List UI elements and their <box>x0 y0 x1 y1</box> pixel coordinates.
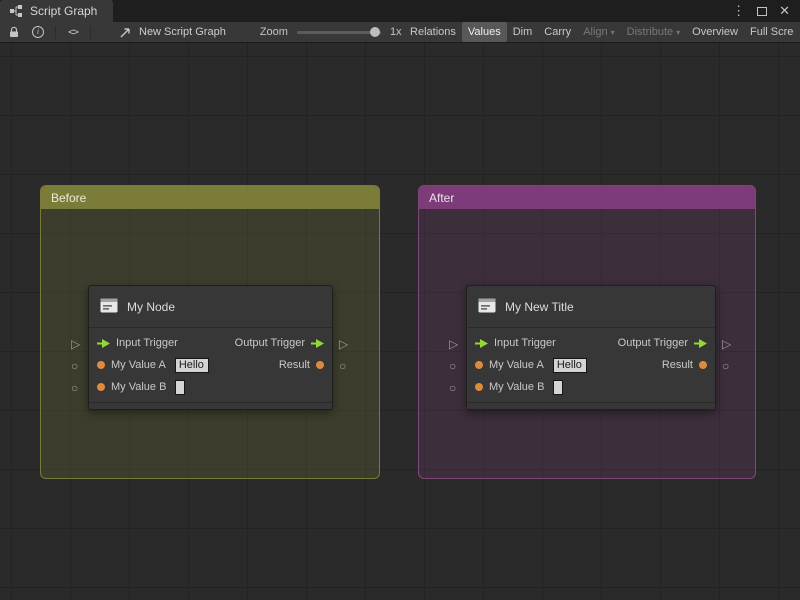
value-b-input[interactable] <box>175 379 186 395</box>
maximize-icon[interactable] <box>757 6 768 16</box>
align-dropdown[interactable]: Align ▾ <box>577 22 620 42</box>
graph-asset-icon <box>118 27 134 38</box>
port-label: My Value B <box>111 381 167 393</box>
value-a-row: My Value A Hello Result <box>89 354 332 376</box>
kebab-menu-icon[interactable]: ⋮ <box>732 3 745 19</box>
node-footer <box>467 402 715 409</box>
node-header[interactable]: My New Title <box>467 286 715 328</box>
carry-button[interactable]: Carry <box>538 22 577 42</box>
group-title: Before <box>51 190 87 205</box>
flow-output-port-icon[interactable] <box>311 338 324 348</box>
node-title: My Node <box>127 299 176 314</box>
external-flow-port[interactable]: ▷ <box>71 338 80 350</box>
unit-icon <box>477 297 497 317</box>
port-label: Output Trigger <box>234 337 305 349</box>
value-b-input[interactable] <box>553 379 564 395</box>
value-port-icon[interactable] <box>97 361 105 369</box>
close-icon[interactable]: ✕ <box>779 3 790 19</box>
graph-name-label[interactable]: New Script Graph <box>139 26 226 38</box>
flow-input-port-icon[interactable] <box>475 338 488 348</box>
port-label: Result <box>661 359 693 371</box>
chevron-down-icon: ▾ <box>610 28 615 37</box>
overview-button[interactable]: Overview <box>686 22 744 42</box>
port-label: Output Trigger <box>617 337 688 349</box>
script-graph-icon <box>8 5 24 17</box>
external-flow-port[interactable]: ▷ <box>339 338 348 350</box>
value-port-icon[interactable] <box>475 383 483 391</box>
external-value-port[interactable]: ○ <box>449 360 456 372</box>
toolbar-separator <box>90 25 91 39</box>
port-label: My Value B <box>489 381 545 393</box>
group-title: After <box>429 190 455 205</box>
group-after-header[interactable]: After <box>419 186 755 209</box>
port-label: Input Trigger <box>494 337 556 349</box>
dim-button[interactable]: Dim <box>507 22 539 42</box>
tab-title: Script Graph <box>30 4 98 18</box>
code-view-icon[interactable]: <> <box>65 27 81 38</box>
group-before-header[interactable]: Before <box>41 186 379 209</box>
port-label: Input Trigger <box>116 337 178 349</box>
node-my-node[interactable]: My Node Input Trigger Output Trigger My … <box>71 285 348 410</box>
fullscreen-button[interactable]: Full Screen <box>744 22 794 42</box>
node-my-new-title[interactable]: My New Title Input Trigger Output Trigge… <box>449 285 731 410</box>
zoom-slider-knob[interactable] <box>369 26 380 37</box>
relations-button[interactable]: Relations <box>404 22 462 42</box>
node-footer <box>89 402 332 409</box>
values-button[interactable]: Values <box>461 22 507 42</box>
value-b-row: My Value B <box>89 376 332 398</box>
value-port-icon[interactable] <box>97 383 105 391</box>
port-label: My Value A <box>489 359 544 371</box>
trigger-row: Input Trigger Output Trigger <box>467 332 715 354</box>
graph-toolbar: i <> New Script Graph Zoom 1x Relations … <box>0 22 800 43</box>
port-label: My Value A <box>111 359 166 371</box>
port-label: Result <box>278 359 310 371</box>
value-b-row: My Value B <box>467 376 715 398</box>
zoom-value: 1x <box>389 26 402 38</box>
value-port-icon[interactable] <box>475 361 483 369</box>
value-a-input[interactable]: Hello <box>174 357 209 373</box>
node-header[interactable]: My Node <box>89 286 332 328</box>
chevron-down-icon: ▾ <box>676 28 681 37</box>
external-flow-port[interactable]: ▷ <box>722 338 731 350</box>
lock-icon[interactable] <box>6 26 22 38</box>
external-value-port[interactable]: ○ <box>71 360 78 372</box>
node-title: My New Title <box>505 299 574 314</box>
info-icon[interactable]: i <box>30 26 46 38</box>
window-tab-strip: Script Graph ⋮ ✕ <box>0 0 800 22</box>
distribute-dropdown[interactable]: Distribute ▾ <box>621 22 686 42</box>
toolbar-separator <box>55 25 56 39</box>
trigger-row: Input Trigger Output Trigger <box>89 332 332 354</box>
value-port-icon[interactable] <box>316 361 324 369</box>
value-a-input[interactable]: Hello <box>552 357 587 373</box>
external-value-port[interactable]: ○ <box>449 382 456 394</box>
external-flow-port[interactable]: ▷ <box>449 338 458 350</box>
flow-output-port-icon[interactable] <box>694 338 707 348</box>
flow-input-port-icon[interactable] <box>97 338 110 348</box>
graph-canvas[interactable]: Before After My Node Input Trigger Outpu… <box>0 43 800 600</box>
tab-script-graph[interactable]: Script Graph <box>0 0 114 22</box>
unit-icon <box>99 297 119 317</box>
value-port-icon[interactable] <box>699 361 707 369</box>
zoom-label: Zoom <box>259 26 288 38</box>
zoom-slider[interactable] <box>296 26 381 37</box>
external-value-port[interactable]: ○ <box>339 360 346 372</box>
external-value-port[interactable]: ○ <box>722 360 729 372</box>
value-a-row: My Value A Hello Result <box>467 354 715 376</box>
external-value-port[interactable]: ○ <box>71 382 78 394</box>
